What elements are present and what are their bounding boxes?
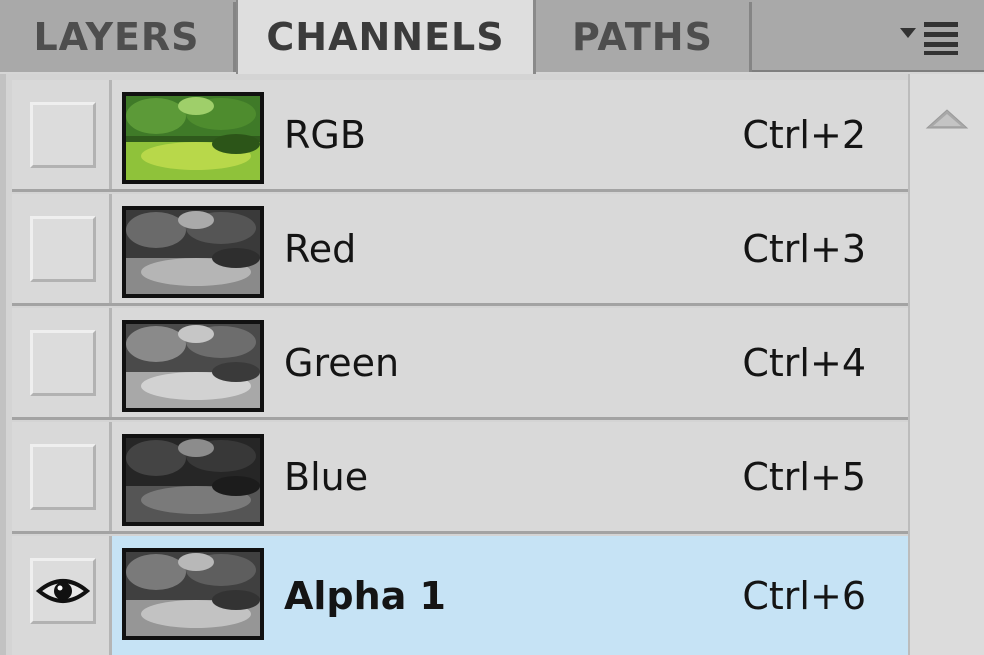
vertical-scrollbar[interactable]: [908, 74, 984, 655]
visibility-toggle[interactable]: [30, 330, 96, 396]
channel-thumbnail-rgb: [122, 92, 264, 184]
panel-tab-bar: LAYERS CHANNELS PATHS: [0, 0, 984, 74]
channel-row-red[interactable]: Red Ctrl+3: [12, 194, 910, 306]
channel-thumbnail-blue: [122, 434, 264, 526]
channel-row-alpha-1[interactable]: Alpha 1 Ctrl+6: [12, 536, 910, 655]
tab-paths[interactable]: PATHS: [536, 2, 752, 72]
tab-channels[interactable]: CHANNELS: [236, 0, 536, 74]
channel-name: Blue: [284, 454, 369, 499]
visibility-cell[interactable]: [12, 536, 112, 655]
channel-row-rgb[interactable]: RGB Ctrl+2: [12, 80, 910, 192]
channel-thumbnail-alpha-1: [122, 548, 264, 640]
channel-shortcut: Ctrl+4: [742, 340, 866, 385]
scroll-up-button[interactable]: [924, 104, 970, 134]
channel-list: RGB Ctrl+2 Red Ctrl+3 Green Ctrl+4 Blue …: [0, 74, 910, 655]
channel-shortcut: Ctrl+5: [742, 454, 866, 499]
channel-name: RGB: [284, 112, 366, 157]
channel-name: Green: [284, 340, 400, 385]
visibility-cell[interactable]: [12, 422, 112, 531]
channel-shortcut: Ctrl+6: [742, 573, 866, 618]
visibility-toggle[interactable]: [30, 216, 96, 282]
channel-name: Red: [284, 226, 357, 271]
channel-row-blue[interactable]: Blue Ctrl+5: [12, 422, 910, 534]
channel-thumbnail-green: [122, 320, 264, 412]
visibility-toggle[interactable]: [30, 102, 96, 168]
channel-shortcut: Ctrl+2: [742, 112, 866, 157]
channel-row-green[interactable]: Green Ctrl+4: [12, 308, 910, 420]
eye-icon: [35, 579, 91, 603]
panel-menu-button[interactable]: [890, 10, 970, 62]
visibility-toggle[interactable]: [30, 558, 96, 624]
panel-menu-icon: [900, 22, 958, 55]
visibility-cell[interactable]: [12, 194, 112, 303]
visibility-toggle[interactable]: [30, 444, 96, 510]
visibility-cell[interactable]: [12, 308, 112, 417]
visibility-cell[interactable]: [12, 80, 112, 189]
channel-shortcut: Ctrl+3: [742, 226, 866, 271]
triangle-up-icon: [925, 109, 969, 129]
channel-name: Alpha 1: [284, 573, 447, 618]
tab-layers[interactable]: LAYERS: [0, 2, 236, 72]
channel-thumbnail-red: [122, 206, 264, 298]
